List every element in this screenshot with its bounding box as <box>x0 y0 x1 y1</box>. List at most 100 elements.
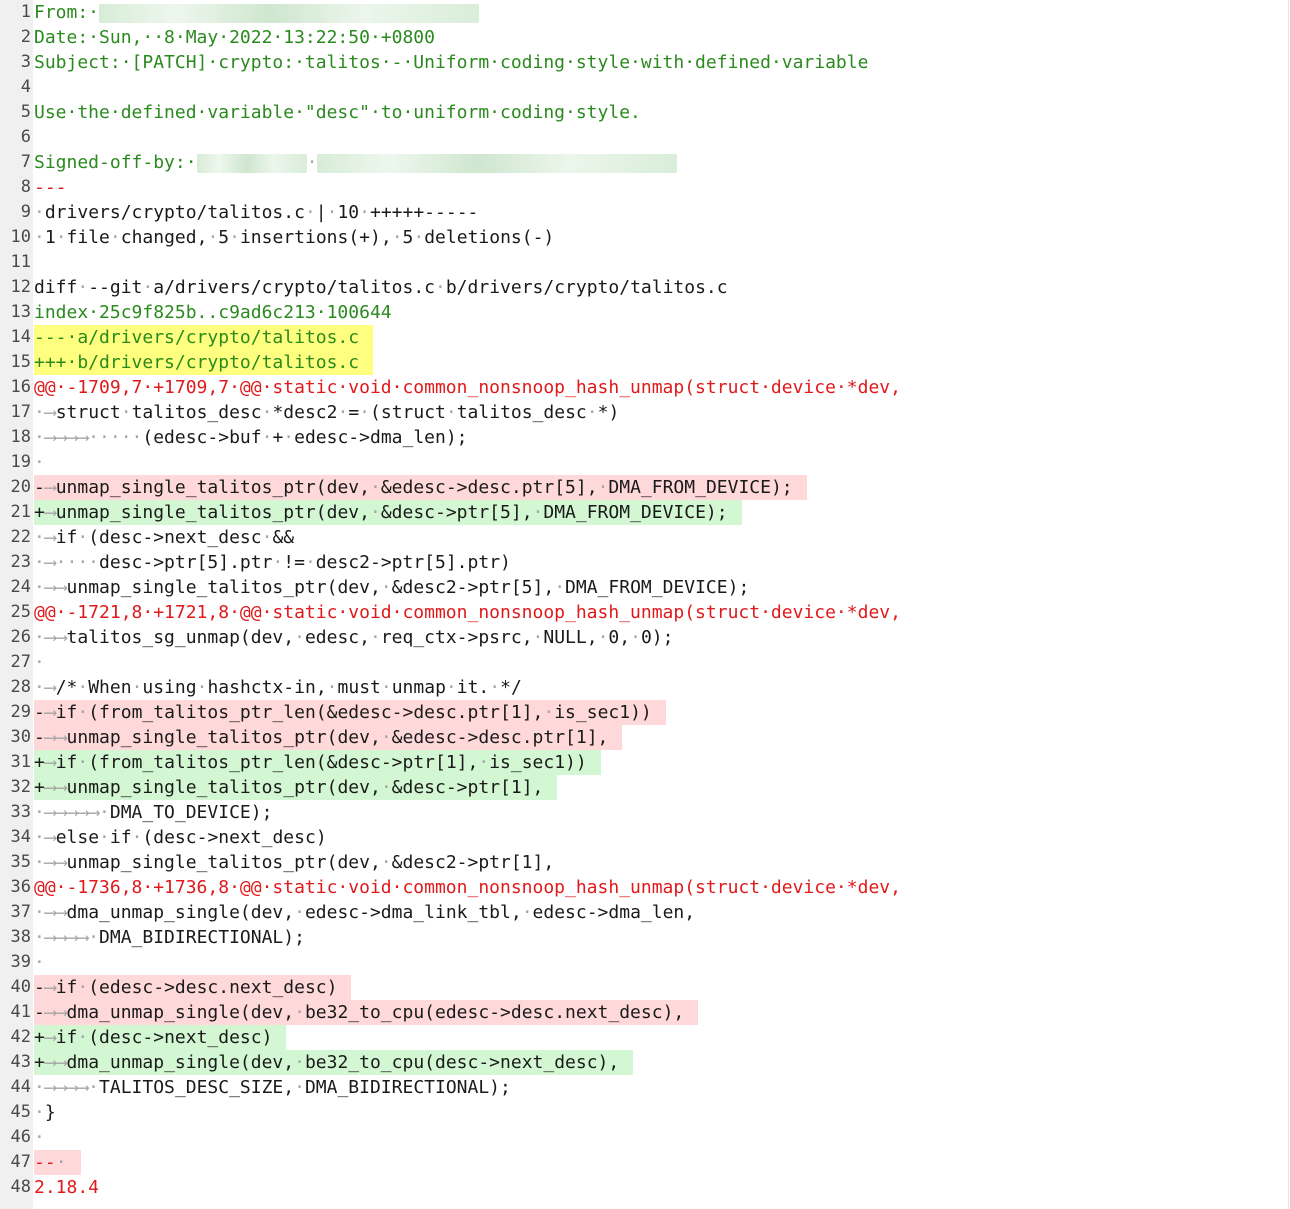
code-line[interactable]: 45 ·} <box>0 1100 1288 1125</box>
code-token: --git <box>88 277 143 298</box>
code-line[interactable]: 40 -⟶if·(edesc->desc.next_desc) <box>0 975 1288 1000</box>
line-text: +++·b/drivers/crypto/talitos.c <box>34 350 374 375</box>
code-token: && <box>272 527 295 548</box>
code-line[interactable]: 46 · <box>0 1125 1288 1150</box>
code-line[interactable]: 6 <box>0 125 1288 150</box>
code-token: 1 <box>44 227 56 248</box>
code-line[interactable]: 31 +⟶if·(from_talitos_ptr_len(&desc->ptr[… <box>0 750 1288 775</box>
whitespace-marker: · <box>131 827 143 848</box>
code-token: + <box>34 502 45 523</box>
code-token: + <box>34 1027 45 1048</box>
code-line[interactable]: 36 @@·-1736,8·+1736,8·@@·static·void·comm… <box>0 875 1288 900</box>
code-line[interactable]: 2 Date:·Sun,··8·May·2022·13:22:50·+0800 <box>0 25 1288 50</box>
code-token: DMA_FROM_DEVICE); <box>608 477 793 498</box>
whitespace-marker: · <box>391 227 403 248</box>
code-line[interactable]: 7 Signed-off-by:· · <box>0 150 1288 175</box>
code-line[interactable]: 17 ·⟶struct·talitos_desc·*desc2·=·(struct… <box>0 400 1288 425</box>
line-text: ·⟶if·(desc->next_desc·&& <box>34 525 294 550</box>
whitespace-marker: ⟶ <box>44 1027 56 1048</box>
code-line[interactable]: 10·1·file·changed,·5·insertions(+),·5·de… <box>0 225 1288 250</box>
code-line[interactable]: 21 +⟶unmap_single_talitos_ptr(dev,·&desc-… <box>0 500 1288 525</box>
code-line[interactable]: 15 +++·b/drivers/crypto/talitos.c <box>0 350 1288 375</box>
code-line[interactable]: 37 ·⟶⟶dma_unmap_single(dev,·edesc->dma_li… <box>0 900 1288 925</box>
code-line[interactable]: 27 · <box>0 650 1288 675</box>
code-line[interactable]: 42 +⟶if·(desc->next_desc) <box>0 1025 1288 1050</box>
line-text: ·⟶⟶⟶⟶⟶·DMA_TO_DEVICE); <box>34 800 272 825</box>
code-line[interactable]: 33 ·⟶⟶⟶⟶⟶·DMA_TO_DEVICE); <box>0 800 1288 825</box>
code-token: (edesc->buf <box>142 427 262 448</box>
code-token: else <box>55 827 100 848</box>
code-line[interactable]: 19 · <box>0 450 1288 475</box>
code-line[interactable]: 26 ·⟶⟶talitos_sg_unmap(dev,·edesc,·req_ct… <box>0 625 1288 650</box>
code-token: +++·b/drivers/crypto/talitos.c <box>34 352 360 373</box>
whitespace-marker: · <box>229 227 240 248</box>
code-line[interactable]: 13 index·25c9f825b..c9ad6c213·100644 <box>0 300 1288 325</box>
code-line[interactable]: 41 -⟶⟶dma_unmap_single(dev,·be32_to_cpu(e… <box>0 1000 1288 1025</box>
code-line[interactable]: 47 --· <box>0 1150 1288 1175</box>
code-line[interactable]: 12 diff·--git·a/drivers/crypto/talitos.c·… <box>0 275 1288 300</box>
patch-editor[interactable]: 1 From:· 2 Date:·Sun,··8·May·2022·13:22:50·… <box>0 0 1289 1209</box>
whitespace-marker: · <box>521 902 533 923</box>
line-number: 38 <box>10 927 31 947</box>
code-token: a/drivers/crypto/talitos.c <box>153 277 435 298</box>
whitespace-marker: · <box>77 702 89 723</box>
line-text: Subject:·[PATCH]·crypto:·talitos·-·Unifo… <box>34 50 868 75</box>
code-line[interactable]: 39 · <box>0 950 1288 975</box>
line-number: 48 <box>10 1177 31 1197</box>
line-text: --· <box>34 1150 81 1175</box>
line-text: ·⟶else·if·(desc->next_desc) <box>34 825 327 850</box>
code-line[interactable]: 4 <box>0 75 1288 100</box>
code-token: Date:·Sun,··8·May·2022·13:22:50·+0800 <box>34 27 435 48</box>
code-line[interactable]: 18 ·⟶⟶⟶⟶·····(edesc->buf·+·edesc->dma_len… <box>0 425 1288 450</box>
code-line[interactable]: 34 ·⟶else·if·(desc->next_desc) <box>0 825 1288 850</box>
whitespace-marker: ·⟶ <box>34 677 56 698</box>
whitespace-marker: · <box>34 652 45 673</box>
code-line[interactable]: 43 +⟶⟶dma_unmap_single(dev,·be32_to_cpu(d… <box>0 1050 1288 1075</box>
code-line[interactable]: 11 <box>0 250 1288 275</box>
whitespace-marker: ·⟶⟶⟶⟶· <box>34 927 100 948</box>
whitespace-marker: · <box>326 677 338 698</box>
line-text: ·drivers/crypto/talitos.c·|·10·+++++----… <box>34 200 478 225</box>
code-token: unmap_single_talitos_ptr(dev, <box>55 502 370 523</box>
whitespace-marker: ⟶ <box>44 752 56 773</box>
code-line[interactable]: 23 ·⟶····desc->ptr[5].ptr·!=·desc2->ptr[5… <box>0 550 1288 575</box>
code-line[interactable]: 38 ·⟶⟶⟶⟶·DMA_BIDIRECTIONAL); <box>0 925 1288 950</box>
code-line[interactable]: 16 @@·-1709,7·+1709,7·@@·static·void·comm… <box>0 375 1288 400</box>
whitespace-marker: ⟶⟶ <box>44 1002 67 1023</box>
code-line[interactable]: 30 -⟶⟶unmap_single_talitos_ptr(dev,·&edes… <box>0 725 1288 750</box>
whitespace-marker: · <box>380 677 392 698</box>
code-token: (desc->next_desc) <box>88 1027 273 1048</box>
line-number: 27 <box>10 652 31 672</box>
code-line[interactable]: 3 Subject:·[PATCH]·crypto:·talitos·-·Unif… <box>0 50 1288 75</box>
whitespace-marker: · <box>369 502 381 523</box>
code-line[interactable]: 5 Use·the·defined·variable·"desc"·to·unif… <box>0 100 1288 125</box>
code-line[interactable]: 9 ·drivers/crypto/talitos.c·|·10·+++++---… <box>0 200 1288 225</box>
whitespace-marker: · <box>294 1077 305 1098</box>
code-token: &edesc->desc.ptr[1], <box>391 727 609 748</box>
code-line[interactable]: 28 ·⟶/*·When·using·hashctx-in,·must·unmap… <box>0 675 1288 700</box>
whitespace-marker: ·⟶⟶ <box>34 902 67 923</box>
whitespace-marker: · <box>261 427 273 448</box>
line-number: 26 <box>10 627 31 647</box>
code-line[interactable]: 22 ·⟶if·(desc->next_desc·&& <box>0 525 1288 550</box>
code-line[interactable]: 29 -⟶if·(from_talitos_ptr_len(&edesc->des… <box>0 700 1288 725</box>
line-number: 25 <box>10 602 31 622</box>
code-line[interactable]: 44 ·⟶⟶⟶⟶·TALITOS_DESC_SIZE,·DMA_BIDIRECTI… <box>0 1075 1288 1100</box>
code-token: be32_to_cpu(desc->next_desc), <box>304 1052 620 1073</box>
code-line[interactable]: 25 @@·-1721,8·+1721,8·@@·static·void·comm… <box>0 600 1288 625</box>
code-line[interactable]: 48 2.18.4 <box>0 1175 1288 1200</box>
code-line[interactable]: 24 ·⟶⟶unmap_single_talitos_ptr(dev,·&desc… <box>0 575 1288 600</box>
code-line[interactable]: 1 From:· <box>0 0 1288 25</box>
code-token: /* <box>55 677 78 698</box>
code-line[interactable]: 20 -⟶unmap_single_talitos_ptr(dev,·&edesc… <box>0 475 1288 500</box>
code-token: - <box>34 977 45 998</box>
line-number: 20 <box>10 477 31 497</box>
line-number: 41 <box>10 1002 31 1022</box>
code-line[interactable]: 32 +⟶⟶unmap_single_talitos_ptr(dev,·&desc… <box>0 775 1288 800</box>
code-line[interactable]: 35 ·⟶⟶unmap_single_talitos_ptr(dev,·&desc… <box>0 850 1288 875</box>
line-number: 32 <box>10 777 31 797</box>
code-line[interactable]: 14 ---·a/drivers/crypto/talitos.c <box>0 325 1288 350</box>
code-line[interactable]: 8 --- <box>0 175 1288 200</box>
whitespace-marker: · <box>261 527 273 548</box>
code-token: 0, <box>608 627 631 648</box>
